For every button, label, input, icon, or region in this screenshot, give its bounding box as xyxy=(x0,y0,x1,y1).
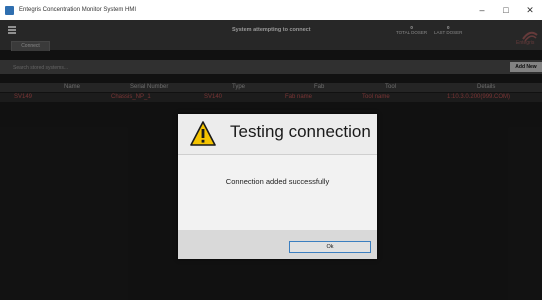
warning-icon xyxy=(190,121,216,146)
window-controls: – □ ✕ xyxy=(470,0,542,20)
testing-connection-dialog: Testing connection Connection added succ… xyxy=(178,114,377,259)
close-button[interactable]: ✕ xyxy=(518,0,542,20)
maximize-button[interactable]: □ xyxy=(494,0,518,20)
dialog-message: Connection added successfully xyxy=(225,177,330,186)
minimize-button[interactable]: – xyxy=(470,0,494,20)
window-title: Entegris Concentration Monitor System HM… xyxy=(19,7,137,13)
dialog-title: Testing connection xyxy=(230,122,371,141)
window-titlebar: Entegris Concentration Monitor System HM… xyxy=(0,0,542,20)
ok-button[interactable]: Ok xyxy=(289,241,371,253)
app-icon xyxy=(5,5,14,15)
